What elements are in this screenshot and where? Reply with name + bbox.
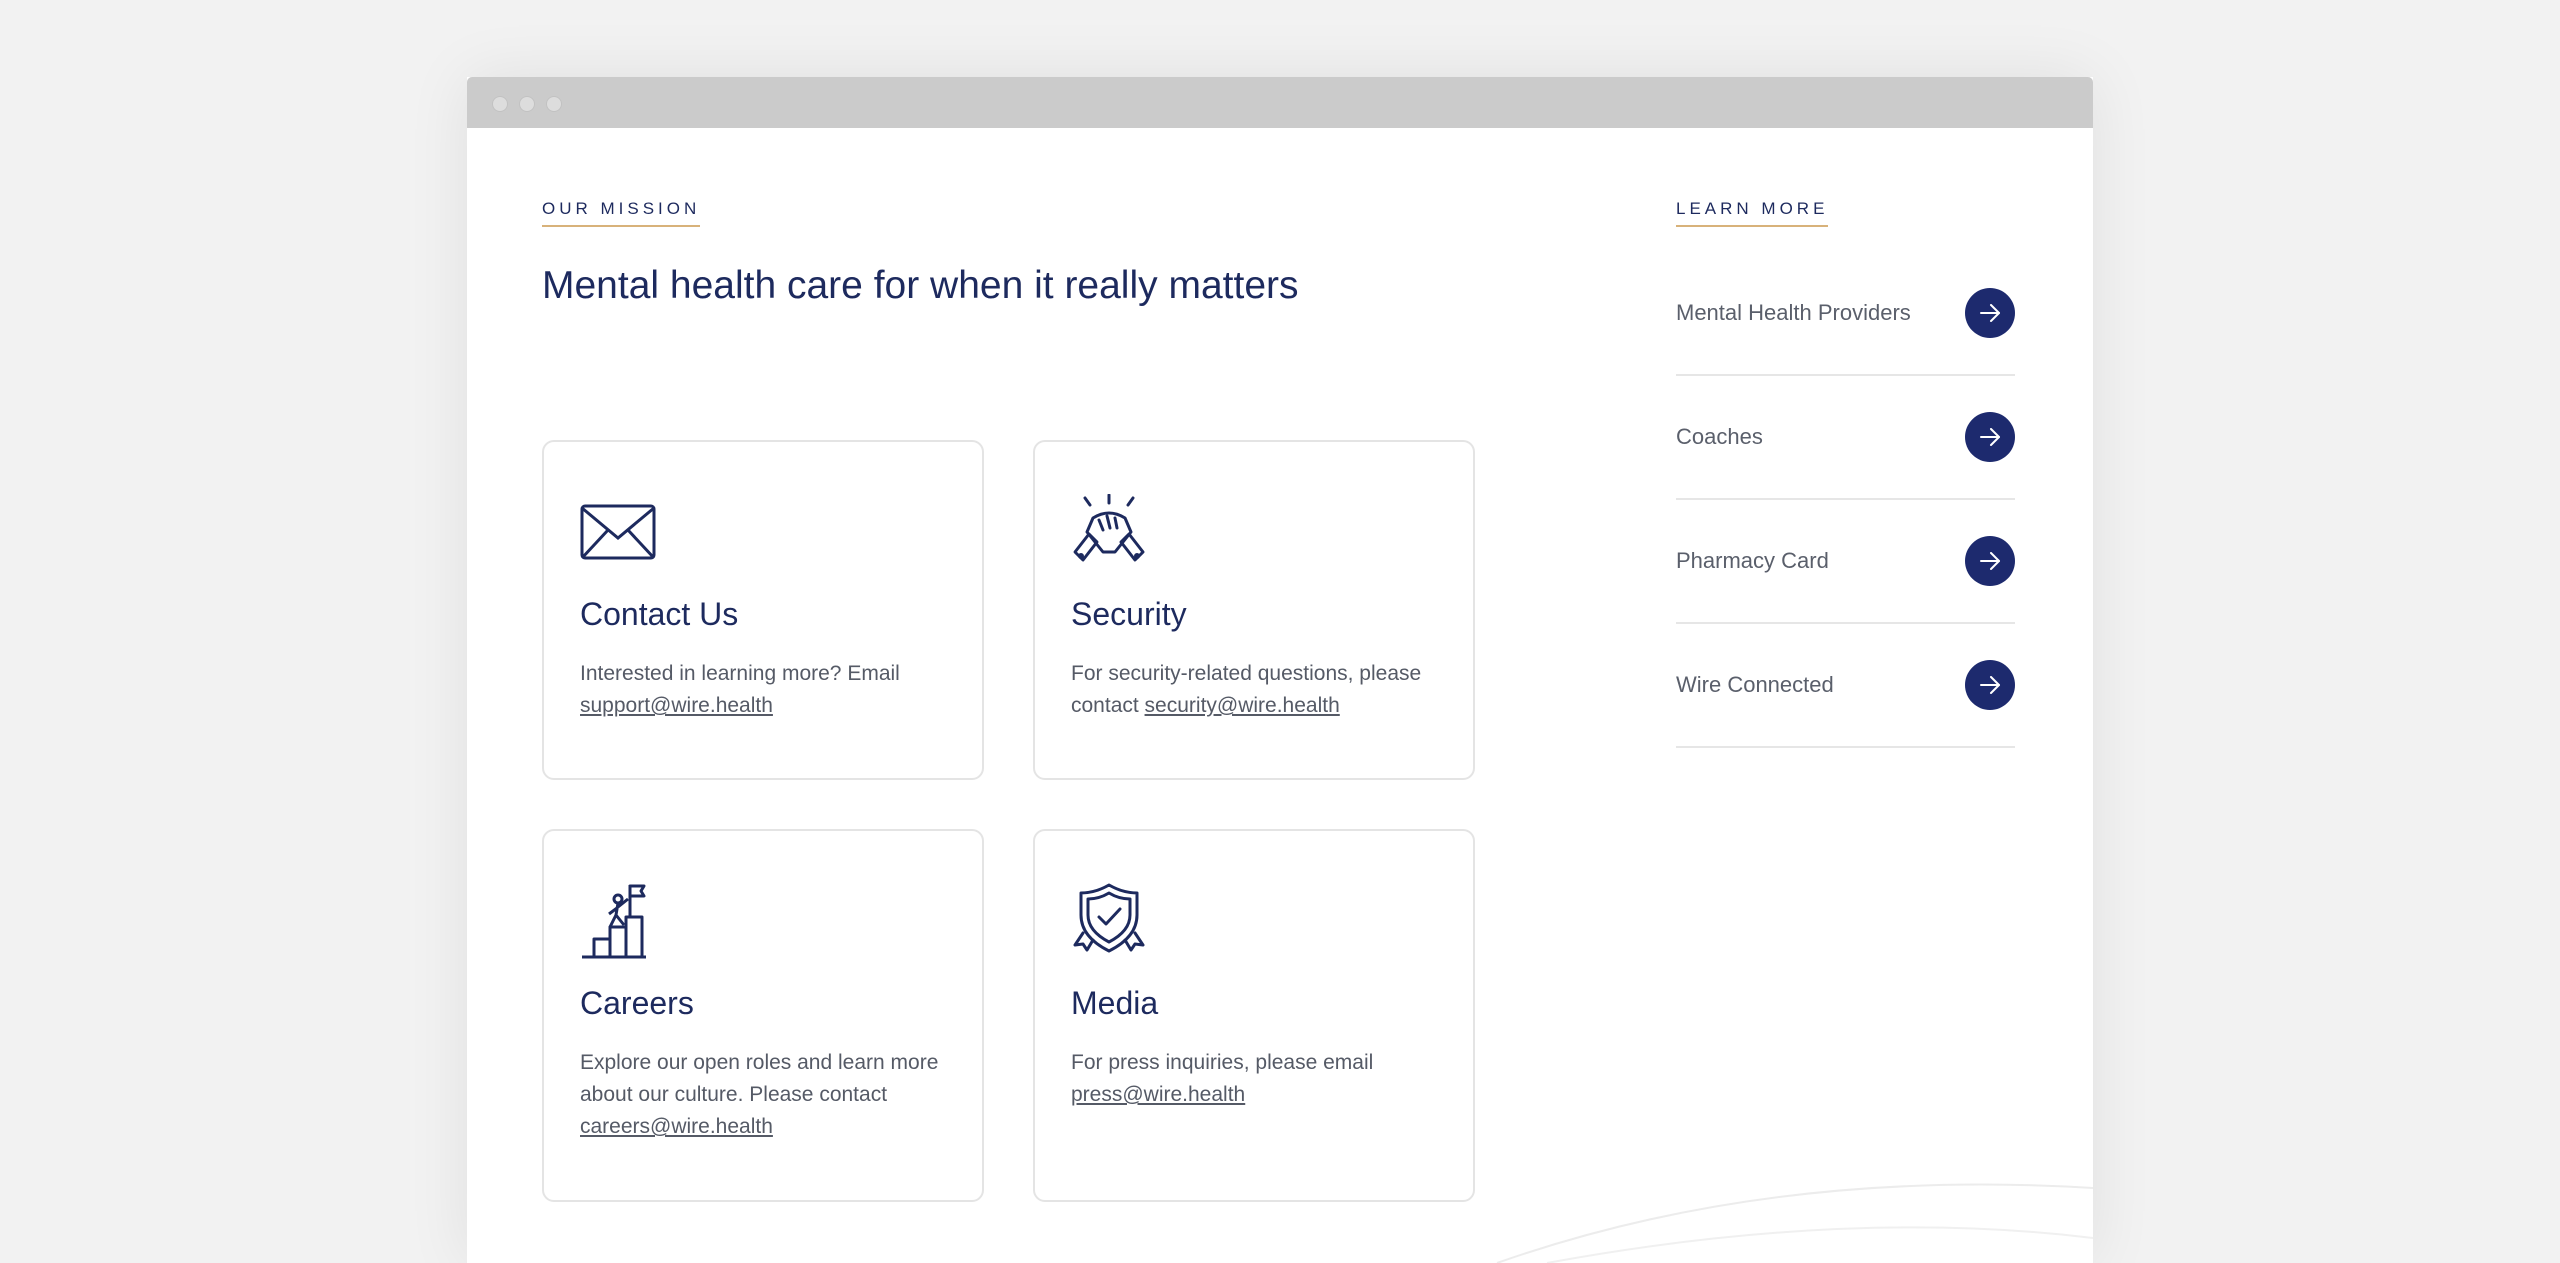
learn-more-label: Wire Connected (1676, 672, 1834, 697)
learn-more-item-mental-health-providers[interactable]: Mental Health Providers (1676, 252, 2015, 376)
page-headline: Mental health care for when it really ma… (542, 264, 1299, 307)
window-maximize-dot[interactable] (546, 96, 562, 112)
careers-card: Careers Explore our open roles and learn… (542, 829, 984, 1202)
arrow-right-icon[interactable] (1965, 288, 2015, 338)
learn-more-item-wire-connected[interactable]: Wire Connected (1676, 624, 2015, 748)
window-minimize-dot[interactable] (519, 96, 535, 112)
window-titlebar (467, 77, 2093, 128)
card-text: Interested in learning more? Email suppo… (580, 662, 900, 717)
arrow-right-icon[interactable] (1965, 412, 2015, 462)
email-link[interactable]: support@wire.health (580, 694, 773, 717)
email-link[interactable]: press@wire.health (1071, 1083, 1245, 1106)
learn-more-label: Mental Health Providers (1676, 300, 1911, 325)
browser-window: OUR MISSION Mental health care for when … (467, 77, 2093, 1263)
media-card: Media For press inquiries, please email … (1033, 829, 1475, 1202)
email-link[interactable]: security@wire.health (1145, 694, 1340, 717)
arrow-right-icon[interactable] (1965, 660, 2015, 710)
security-card: Security For security-related questions,… (1033, 440, 1475, 780)
learn-more-item-coaches[interactable]: Coaches (1676, 376, 2015, 500)
learn-more-label: Pharmacy Card (1676, 548, 1829, 573)
card-title: Security (1071, 596, 1187, 632)
card-title: Careers (580, 985, 694, 1021)
card-text: For press inquiries, please email press@… (1071, 1051, 1374, 1106)
shield-check-icon (1071, 883, 1147, 964)
learn-more-list: Mental Health Providers Coaches Pharmacy… (1676, 252, 2015, 748)
window-close-dot[interactable] (492, 96, 508, 112)
summit-flag-icon (580, 883, 650, 964)
email-link[interactable]: careers@wire.health (580, 1115, 773, 1138)
mission-eyebrow: OUR MISSION (542, 199, 701, 227)
card-text: For security-related questions, please c… (1071, 662, 1422, 717)
contact-us-card: Contact Us Interested in learning more? … (542, 440, 984, 780)
learn-more-label: Coaches (1676, 424, 1763, 449)
card-title: Media (1071, 985, 1159, 1021)
arrow-right-icon[interactable] (1965, 536, 2015, 586)
learn-more-eyebrow: LEARN MORE (1676, 199, 1829, 227)
card-text: Explore our open roles and learn more ab… (580, 1051, 939, 1138)
clasped-hands-icon (1071, 493, 1147, 575)
learn-more-item-pharmacy-card[interactable]: Pharmacy Card (1676, 500, 2015, 624)
envelope-icon (580, 504, 656, 565)
page-content: OUR MISSION Mental health care for when … (467, 128, 2093, 1263)
card-title: Contact Us (580, 596, 739, 632)
